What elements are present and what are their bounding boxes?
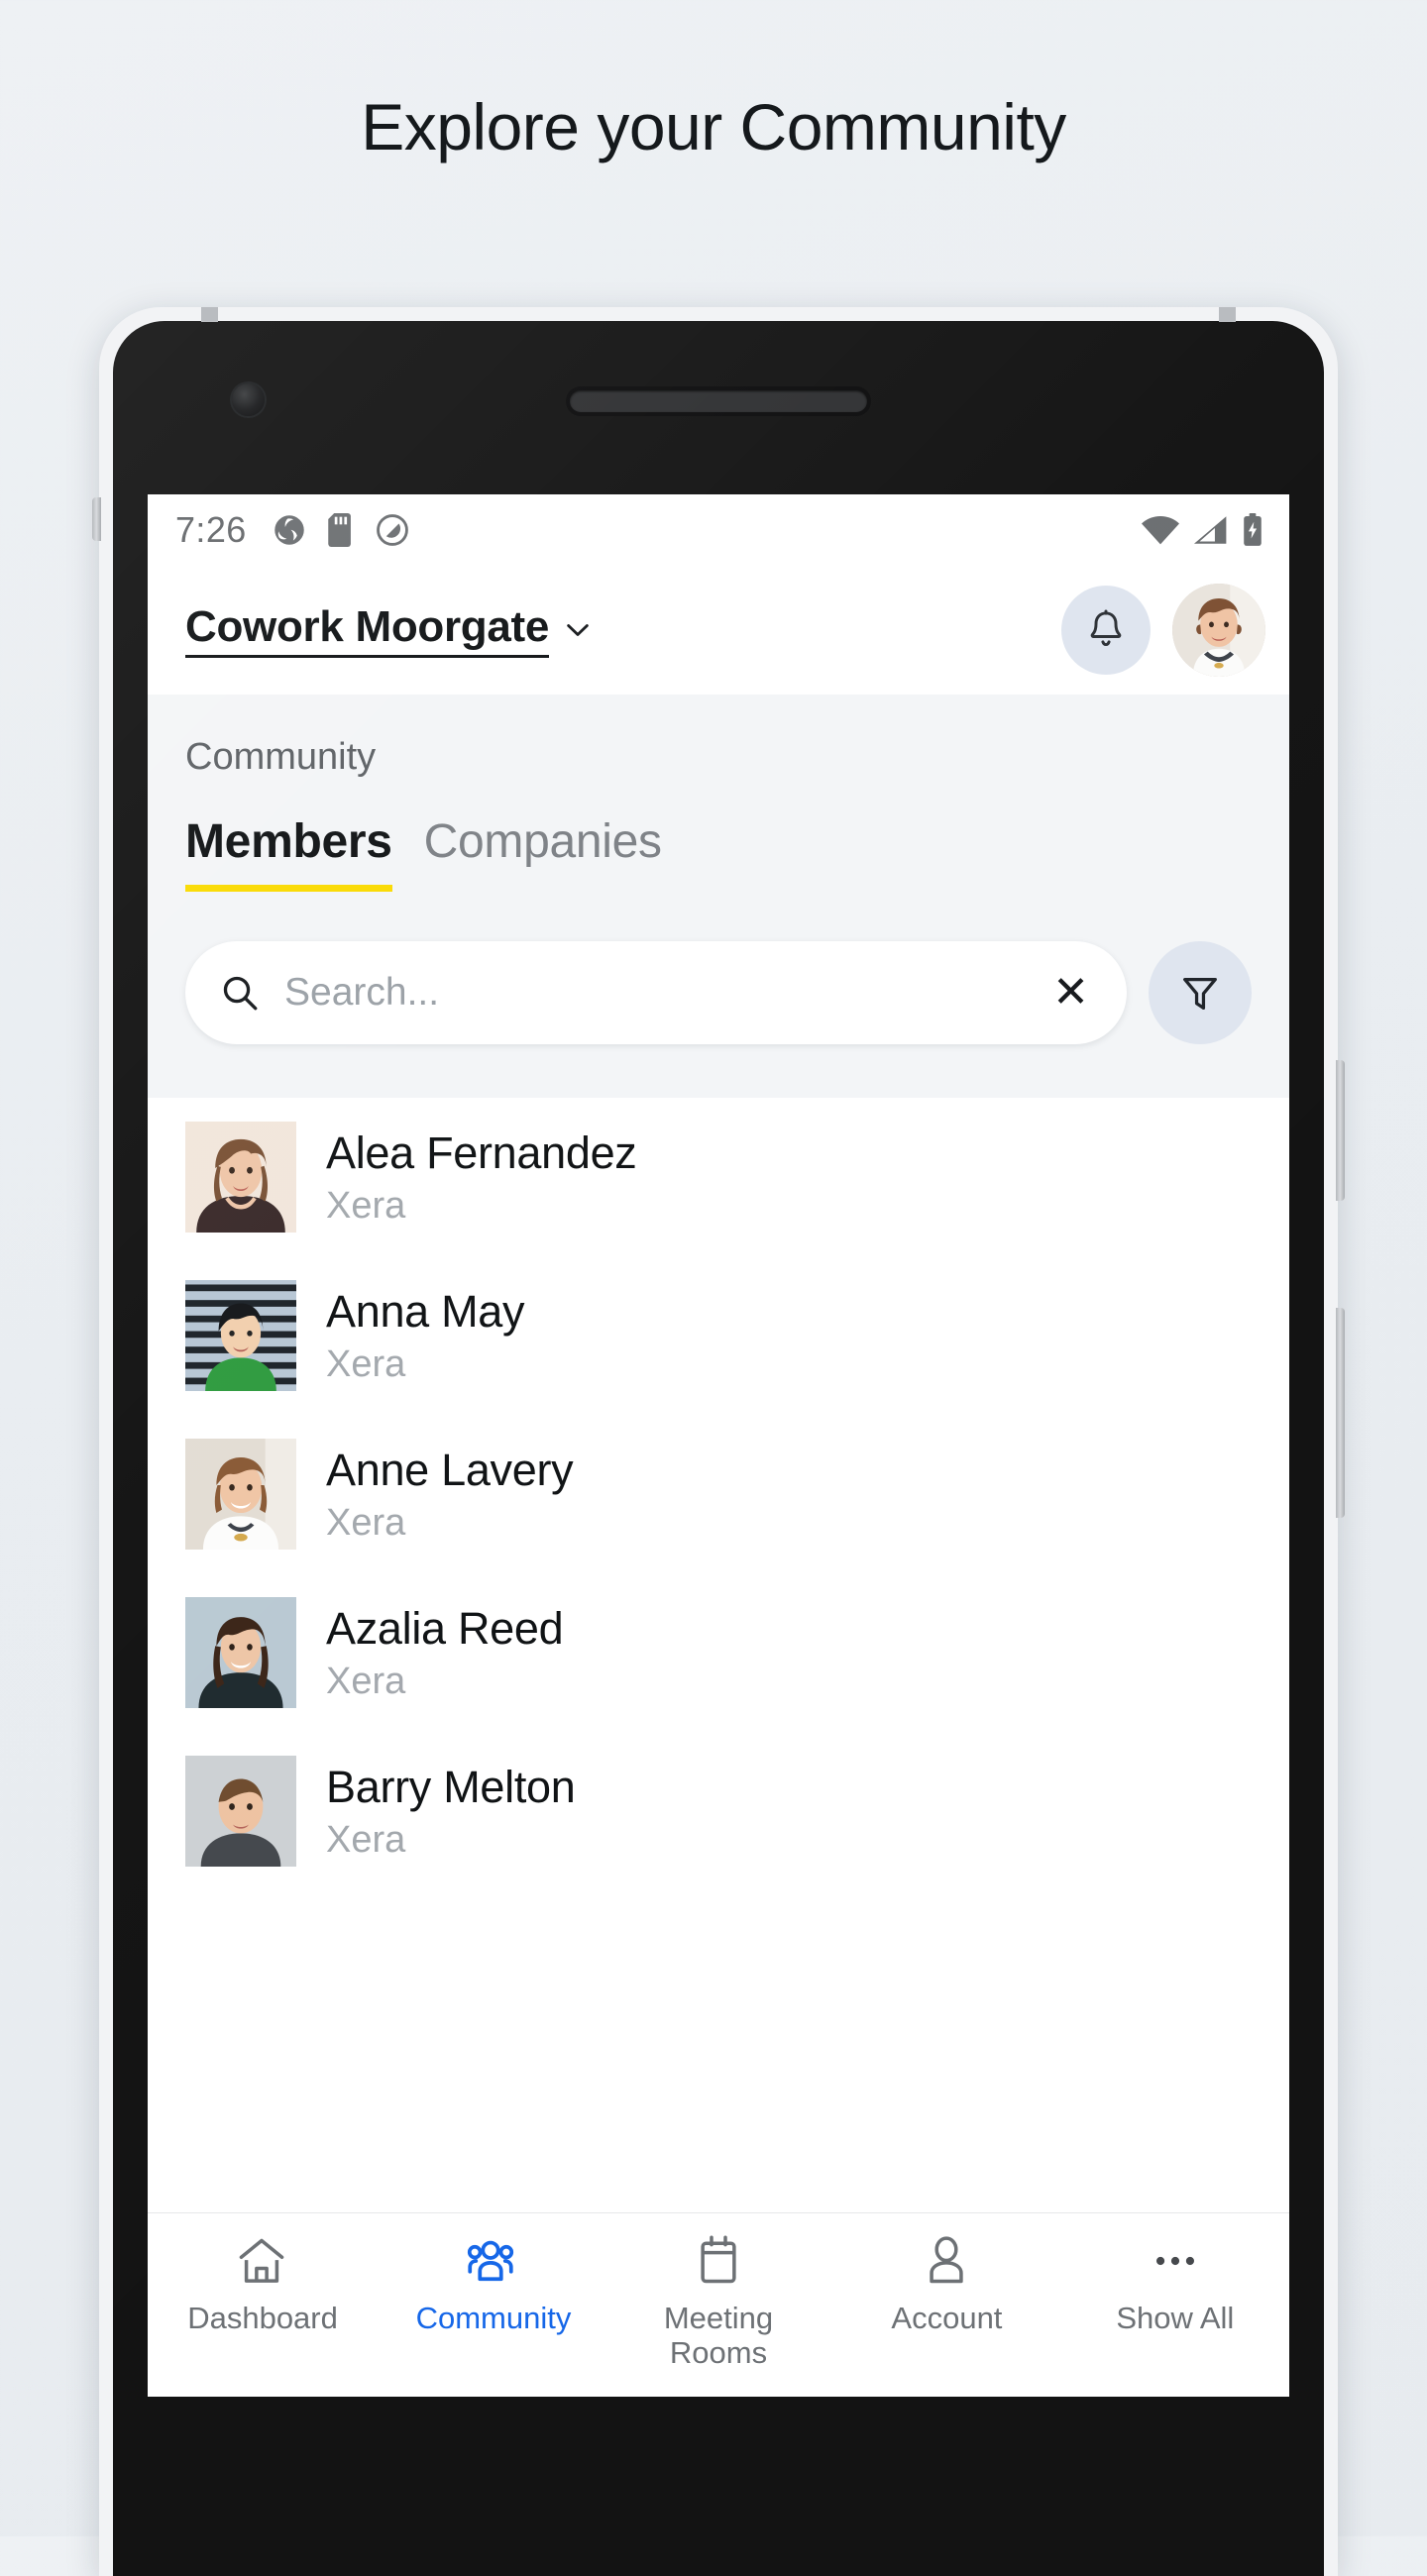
member-name: Azalia Reed <box>326 1602 564 1654</box>
section-title: Community <box>185 736 377 778</box>
phone-body: 7:26 Cowork Moorgate Community Members C… <box>113 321 1324 2576</box>
nav-label: Community <box>415 2301 572 2335</box>
member-company: Xera <box>326 1501 406 1544</box>
person-icon <box>919 2231 974 2291</box>
member-photo <box>185 1756 296 1867</box>
phone-device-frame: 7:26 Cowork Moorgate Community Members C… <box>92 307 1345 2576</box>
list-item[interactable]: Barry Melton Xera <box>148 1732 1289 1890</box>
sd-card-icon <box>327 513 351 547</box>
filter-funnel-icon <box>1183 977 1217 1010</box>
antenna-strip-right <box>1219 307 1236 322</box>
member-photo-image <box>185 1280 296 1391</box>
member-company: Xera <box>326 1184 406 1227</box>
community-tabs: Members Companies <box>148 814 1289 892</box>
venue-selector[interactable]: Cowork Moorgate <box>185 602 595 658</box>
member-photo <box>185 1597 296 1708</box>
app-badge-icon <box>274 515 304 545</box>
member-list: Alea Fernandez Xera Anna May Xera Anne L… <box>148 1098 1289 2212</box>
calendar-icon <box>691 2231 746 2291</box>
status-bar-left-icons <box>273 513 409 547</box>
tab-companies[interactable]: Companies <box>424 814 662 892</box>
nav-item-meeting-rooms[interactable]: Meeting Rooms <box>604 2231 832 2370</box>
nav-item-show-all[interactable]: Show All <box>1061 2231 1289 2336</box>
nav-item-dashboard[interactable]: Dashboard <box>148 2231 376 2336</box>
member-photo-image <box>185 1756 296 1867</box>
home-icon <box>234 2231 289 2291</box>
list-item[interactable]: Alea Fernandez Xera <box>148 1098 1289 1256</box>
earpiece-speaker <box>570 390 867 412</box>
volume-up-button[interactable] <box>1336 1060 1345 1201</box>
member-name: Alea Fernandez <box>326 1127 637 1178</box>
member-info: Anna May Xera <box>326 1285 525 1386</box>
front-camera-icon <box>232 383 265 416</box>
avatar-photo <box>1172 584 1265 677</box>
wifi-icon <box>1142 515 1179 545</box>
notifications-button[interactable] <box>1061 586 1151 675</box>
power-button[interactable] <box>92 497 101 541</box>
member-photo <box>185 1280 296 1391</box>
member-name: Anna May <box>326 1285 525 1337</box>
search-input[interactable] <box>284 971 1049 1015</box>
nav-label: Dashboard <box>187 2301 338 2335</box>
user-avatar[interactable] <box>1172 584 1265 677</box>
battery-charging-icon <box>1244 513 1262 546</box>
member-name: Anne Lavery <box>326 1444 574 1495</box>
do-not-disturb-icon <box>376 514 408 546</box>
people-group-icon <box>463 2231 518 2291</box>
cellular-signal-icon <box>1193 516 1227 544</box>
venue-name: Cowork Moorgate <box>185 602 549 658</box>
member-photo-image <box>185 1122 296 1233</box>
header-actions <box>1061 584 1265 677</box>
list-item[interactable]: Anne Lavery Xera <box>148 1415 1289 1573</box>
nav-label: Meeting Rooms <box>663 2301 774 2370</box>
member-company: Xera <box>326 1818 406 1861</box>
member-photo-image <box>185 1439 296 1550</box>
clear-search-button[interactable]: ✕ <box>1048 971 1093 1015</box>
community-section-header: Community Members Companies ✕ <box>148 695 1289 1098</box>
chevron-down-icon <box>567 624 589 636</box>
status-bar-right-icons <box>1141 513 1263 547</box>
filter-button[interactable] <box>1149 941 1252 1044</box>
list-item[interactable]: Azalia Reed Xera <box>148 1573 1289 1732</box>
status-bar: 7:26 <box>148 494 1289 566</box>
member-photo <box>185 1122 296 1233</box>
member-company: Xera <box>326 1660 406 1702</box>
nav-label: Account <box>891 2301 1003 2335</box>
member-info: Alea Fernandez Xera <box>326 1127 637 1228</box>
member-photo <box>185 1439 296 1550</box>
nav-label: Show All <box>1116 2301 1235 2335</box>
status-bar-time: 7:26 <box>175 509 247 550</box>
member-info: Anne Lavery Xera <box>326 1444 574 1545</box>
member-company: Xera <box>326 1342 406 1385</box>
nav-item-community[interactable]: Community <box>376 2231 604 2336</box>
search-icon <box>223 976 258 1011</box>
bottom-navigation: Dashboard Community Meeting Rooms Accoun… <box>148 2212 1289 2397</box>
member-info: Barry Melton Xera <box>326 1761 576 1862</box>
search-box[interactable]: ✕ <box>185 941 1127 1044</box>
list-item[interactable]: Anna May Xera <box>148 1256 1289 1415</box>
search-row: ✕ <box>148 892 1289 1098</box>
member-name: Barry Melton <box>326 1761 576 1812</box>
volume-down-button[interactable] <box>1336 1308 1345 1518</box>
tab-members[interactable]: Members <box>185 814 392 892</box>
notification-bell-icon <box>1090 609 1122 647</box>
ellipsis-icon <box>1148 2231 1203 2291</box>
app-header: Cowork Moorgate <box>148 566 1289 695</box>
antenna-strip-left <box>201 307 218 322</box>
phone-screen: 7:26 Cowork Moorgate Community Members C… <box>148 494 1289 2397</box>
nav-item-account[interactable]: Account <box>832 2231 1060 2336</box>
page-title: Explore your Community <box>361 90 1066 163</box>
member-photo-image <box>185 1597 296 1708</box>
phone-top-bezel <box>113 321 1324 494</box>
member-info: Azalia Reed Xera <box>326 1602 564 1703</box>
